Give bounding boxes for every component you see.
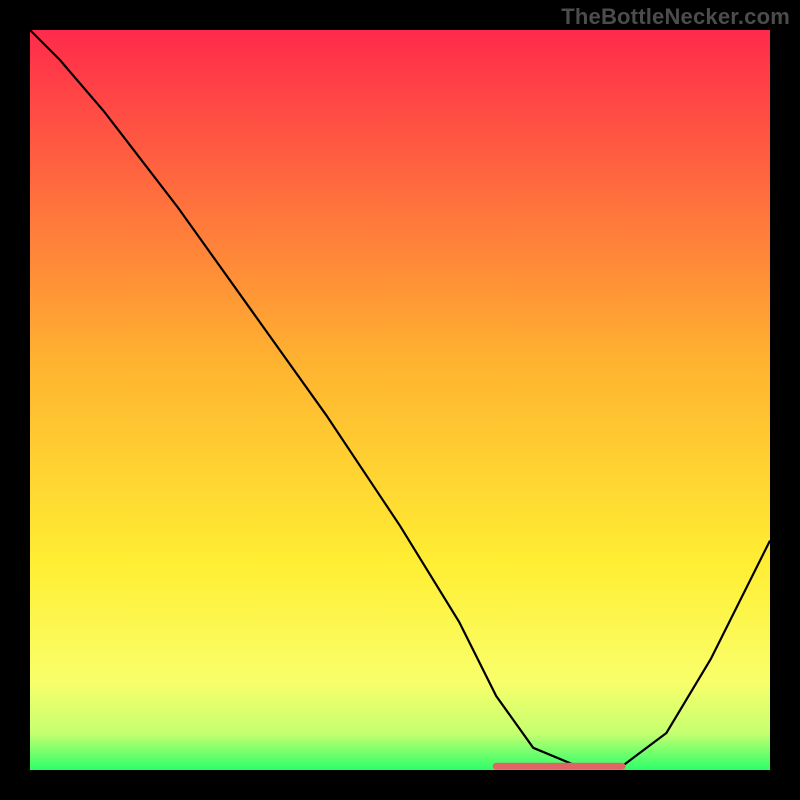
chart-svg <box>30 30 770 770</box>
chart-container: TheBottleNecker.com <box>0 0 800 800</box>
plot-background <box>30 30 770 770</box>
watermark-text: TheBottleNecker.com <box>561 4 790 30</box>
